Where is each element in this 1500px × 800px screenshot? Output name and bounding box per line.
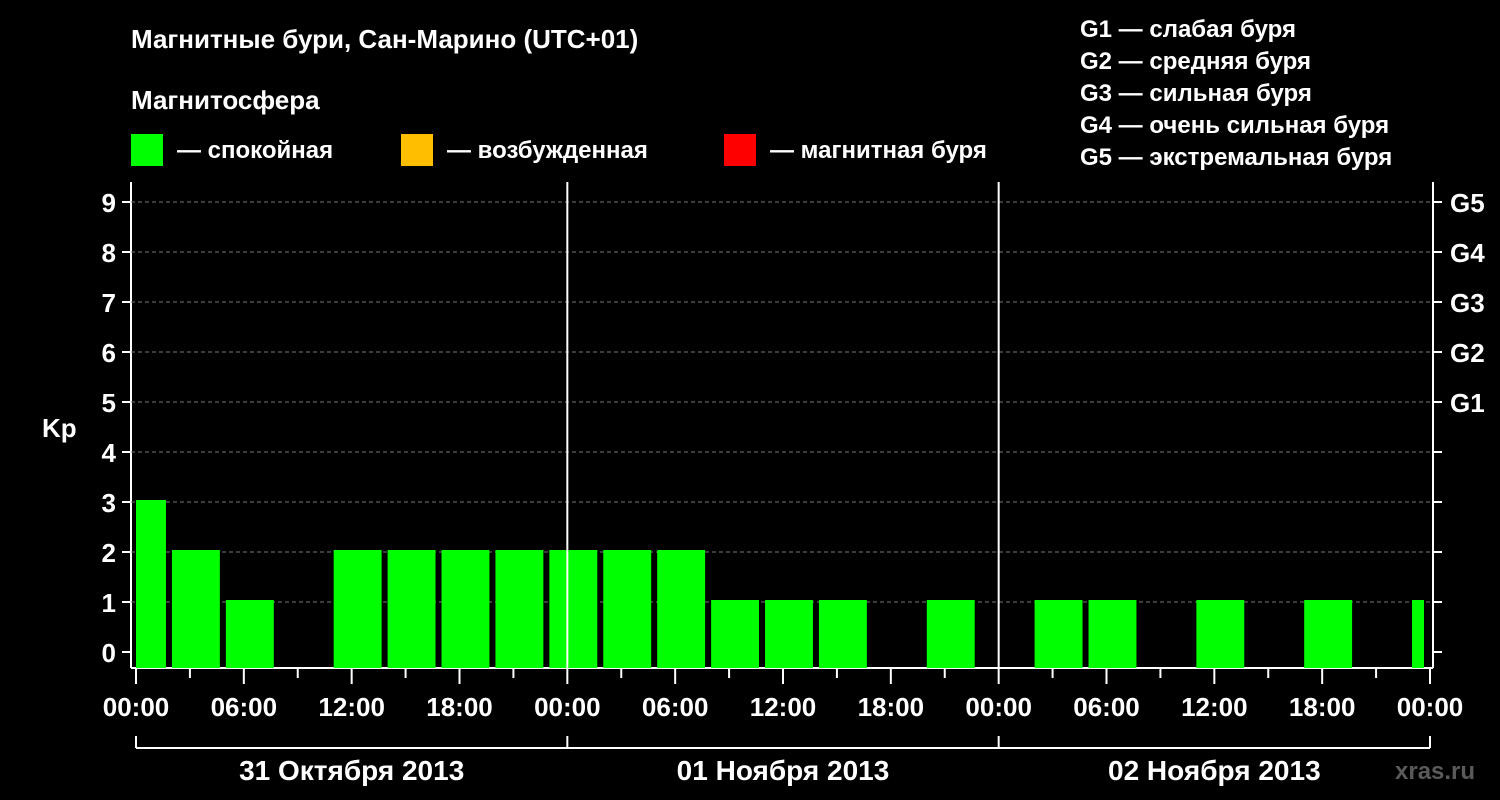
storm-level-g2: G2 — средняя буря	[1080, 48, 1311, 75]
y-tick-label: 5	[102, 388, 116, 418]
kp-bar	[333, 550, 382, 668]
kp-bar	[657, 550, 706, 668]
y-tick-label: 3	[102, 488, 116, 518]
storm-level-g3: G3 — сильная буря	[1080, 80, 1312, 107]
x-tick-label: 00:00	[103, 692, 170, 722]
kp-bar	[603, 550, 652, 668]
legend-label-excited: — возбужденная	[447, 137, 648, 164]
y-tick-label: 9	[102, 188, 116, 218]
x-tick-label: 06:00	[1073, 692, 1140, 722]
storm-level-g4: G4 — очень сильная буря	[1080, 112, 1389, 139]
legend-heading: Магнитосфера	[131, 85, 320, 115]
y-tick-label: 7	[102, 288, 116, 318]
watermark: xras.ru	[1395, 758, 1475, 785]
y-axis-label: Kp	[42, 413, 77, 443]
kp-bar	[926, 600, 975, 668]
kp-bar	[171, 550, 220, 668]
kp-bar	[136, 500, 166, 668]
day-label: 02 Ноября 2013	[1108, 755, 1321, 786]
legend-swatch-calm	[131, 134, 163, 166]
x-tick-label: 00:00	[965, 692, 1032, 722]
x-tick-label: 18:00	[426, 692, 493, 722]
storm-level-g1: G1 — слабая буря	[1080, 16, 1296, 43]
y-tick-label: 0	[102, 638, 116, 668]
storm-axis-label: G5	[1450, 188, 1485, 218]
y-tick-label: 4	[102, 438, 117, 468]
x-tick-label: 18:00	[858, 692, 925, 722]
kp-bar	[1412, 600, 1424, 668]
y-tick-label: 6	[102, 338, 116, 368]
x-tick-label: 06:00	[211, 692, 278, 722]
y-tick-label: 1	[102, 588, 116, 618]
kp-bar	[818, 600, 867, 668]
legend-swatch-excited	[401, 134, 433, 166]
legend-label-storm: — магнитная буря	[770, 137, 987, 164]
x-tick-label: 00:00	[1397, 692, 1464, 722]
storm-axis-label: G4	[1450, 238, 1485, 268]
kp-bar	[225, 600, 274, 668]
kp-bar	[1196, 600, 1245, 668]
x-tick-label: 12:00	[750, 692, 817, 722]
kp-bar	[1034, 600, 1083, 668]
legend-swatch-storm	[724, 134, 756, 166]
kp-bar	[441, 550, 490, 668]
storm-axis-label: G1	[1450, 388, 1485, 418]
x-tick-label: 00:00	[534, 692, 601, 722]
kp-bar	[711, 600, 760, 668]
kp-bar	[1304, 600, 1353, 668]
x-tick-label: 18:00	[1289, 692, 1356, 722]
storm-axis-label: G2	[1450, 338, 1485, 368]
kp-bar	[495, 550, 544, 668]
storm-level-g5: G5 — экстремальная буря	[1080, 144, 1392, 171]
y-tick-label: 2	[102, 538, 116, 568]
legend-label-calm: — спокойная	[177, 137, 333, 164]
storm-axis-label: G3	[1450, 288, 1485, 318]
kp-bar	[549, 550, 598, 668]
x-tick-label: 12:00	[318, 692, 385, 722]
kp-bar	[387, 550, 436, 668]
x-tick-label: 06:00	[642, 692, 709, 722]
kp-bar	[765, 600, 813, 668]
day-label: 31 Октября 2013	[239, 755, 464, 786]
x-tick-label: 12:00	[1181, 692, 1248, 722]
day-label: 01 Ноября 2013	[677, 755, 890, 786]
chart-title: Магнитные бури, Сан-Марино (UTC+01)	[131, 24, 638, 54]
y-tick-label: 8	[102, 238, 116, 268]
kp-chart: Магнитные бури, Сан-Марино (UTC+01) Магн…	[0, 0, 1500, 800]
kp-bar	[1088, 600, 1137, 668]
